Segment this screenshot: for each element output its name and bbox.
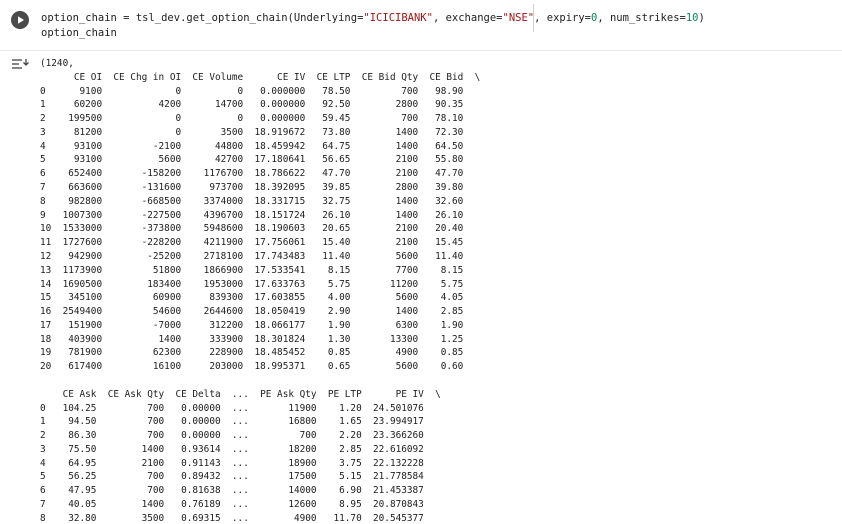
cell-output-area: (1240, CE OI CE Chg in OI CE Volume CE I… bbox=[0, 51, 842, 524]
output-line: 6 652400 -158200 1176700 18.786622 47.70… bbox=[40, 168, 464, 180]
code-text: ) bbox=[698, 12, 705, 24]
output-actions-button[interactable] bbox=[11, 57, 29, 71]
code-line-2: option_chain bbox=[41, 27, 117, 39]
output-line: 6 47.95 700 0.81638 ... 14000 6.90 21.45… bbox=[40, 485, 424, 497]
output-line: 0 9100 0 0 0.000000 78.50 700 98.90 bbox=[40, 85, 464, 97]
output-line: 14 1690500 183400 1953000 17.633763 5.75… bbox=[40, 278, 464, 290]
output-line: 17 151900 -7000 312200 18.066177 1.90 63… bbox=[40, 319, 464, 331]
code-editor[interactable]: option_chain = tsl_dev.get_option_chain(… bbox=[33, 5, 842, 47]
output-line: (1240, bbox=[40, 58, 74, 69]
output-text: (1240, CE OI CE Chg in OI CE Volume CE I… bbox=[40, 57, 480, 524]
cell-input-area: option_chain = tsl_dev.get_option_chain(… bbox=[0, 0, 842, 50]
code-text: , num_strikes= bbox=[597, 12, 686, 24]
output-line: 2 86.30 700 0.00000 ... 700 2.20 23.3662… bbox=[40, 430, 424, 442]
output-line: 1 60200 4200 14700 0.000000 92.50 2800 9… bbox=[40, 99, 464, 111]
output-line: CE OI CE Chg in OI CE Volume CE IV CE LT… bbox=[40, 71, 481, 83]
output-line: 1 94.50 700 0.00000 ... 16800 1.65 23.99… bbox=[40, 416, 424, 428]
play-icon bbox=[18, 16, 24, 24]
output-line: 20 617400 16100 203000 18.995371 0.65 56… bbox=[40, 361, 464, 373]
output-line: 3 75.50 1400 0.93614 ... 18200 2.85 22.6… bbox=[40, 443, 424, 455]
code-string: "ICICIBANK" bbox=[363, 12, 433, 24]
output-line: 16 2549400 54600 2644600 18.050419 2.90 … bbox=[40, 306, 464, 318]
output-line: 19 781900 62300 228900 18.485452 0.85 49… bbox=[40, 347, 464, 359]
output-line: 15 345100 60900 839300 17.603855 4.00 56… bbox=[40, 292, 464, 304]
output-line: 11 1727600 -228200 4211900 17.756061 15.… bbox=[40, 237, 464, 249]
editor-ruler bbox=[533, 4, 534, 32]
output-line: 4 64.95 2100 0.91143 ... 18900 3.75 22.1… bbox=[40, 457, 424, 469]
output-line: 3 81200 0 3500 18.919672 73.80 1400 72.3… bbox=[40, 126, 464, 138]
output-line: 0 104.25 700 0.00000 ... 11900 1.20 24.5… bbox=[40, 402, 424, 414]
output-line: 5 56.25 700 0.89432 ... 17500 5.15 21.77… bbox=[40, 471, 424, 483]
output-line: 7 663600 -131600 973700 18.392095 39.85 … bbox=[40, 182, 464, 194]
output-line: 10 1533000 -373800 5948600 18.190603 20.… bbox=[40, 223, 464, 235]
code-string: "NSE" bbox=[502, 12, 535, 24]
output-line: 18 403900 1400 333900 18.301824 1.30 133… bbox=[40, 333, 464, 345]
notebook-code-cell: option_chain = tsl_dev.get_option_chain(… bbox=[0, 0, 842, 524]
code-line-1: option_chain = tsl_dev.get_option_chain(… bbox=[41, 11, 705, 25]
output-line: CE Ask CE Ask Qty CE Delta ... PE Ask Qt… bbox=[40, 388, 441, 400]
output-line: 12 942900 -25200 2718100 17.743483 11.40… bbox=[40, 250, 464, 262]
run-cell-button[interactable] bbox=[11, 11, 29, 29]
output-line: 5 93100 5600 42700 17.180641 56.65 2100 … bbox=[40, 154, 464, 166]
output-line: 9 1007300 -227500 4396700 18.151724 26.1… bbox=[40, 209, 464, 221]
output-line: 8 982800 -668500 3374000 18.331715 32.75… bbox=[40, 195, 464, 207]
code-number: 10 bbox=[685, 12, 699, 24]
output-line: 8 32.80 3500 0.69315 ... 4900 11.70 20.5… bbox=[40, 512, 424, 524]
output-line: 2 199500 0 0 0.000000 59.45 700 78.10 bbox=[40, 113, 464, 125]
output-line: 7 40.05 1400 0.76189 ... 12600 8.95 20.8… bbox=[40, 499, 424, 510]
code-text: , expiry= bbox=[534, 12, 592, 24]
code-text: , exchange= bbox=[432, 12, 503, 24]
output-actions-icon bbox=[12, 59, 29, 69]
output-line: 4 93100 -2100 44800 18.459942 64.75 1400… bbox=[40, 140, 464, 152]
output-line: 13 1173900 51800 1866900 17.533541 8.15 … bbox=[40, 264, 464, 276]
code-text: option_chain = tsl_dev.get_option_chain(… bbox=[41, 12, 364, 24]
